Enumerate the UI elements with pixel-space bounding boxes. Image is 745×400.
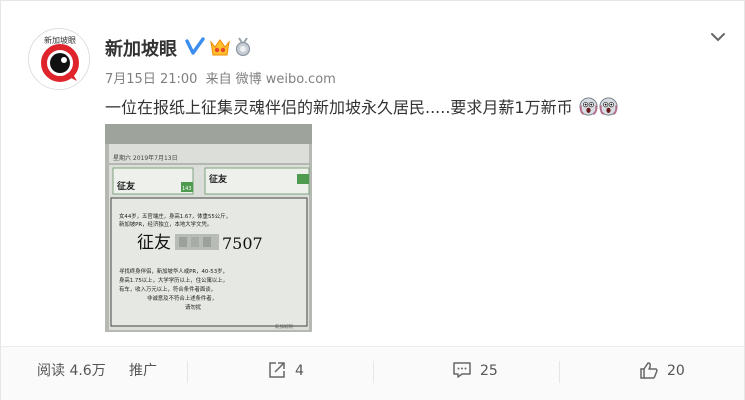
comment-button[interactable]: 25	[452, 347, 498, 400]
member-crown-icon[interactable]	[208, 36, 232, 58]
ad-big-label: 征友	[137, 233, 171, 253]
ad-line-2: 新加坡PR，经济独立，本地大学文凭。	[119, 220, 212, 228]
shocked-face-emoji-icon	[599, 97, 618, 116]
forward-icon	[269, 362, 285, 378]
avatar-logo-icon: 新加坡眼	[29, 29, 89, 89]
post-source[interactable]: 微博 weibo.com	[236, 72, 336, 87]
post-date[interactable]: 7月15日 21:00	[105, 72, 197, 87]
post-image[interactable]: 星期六 2019年7月13日 征友 143 征友 女44岁，五官端庄，身高1.6…	[105, 124, 312, 332]
forward-button[interactable]: 4	[267, 347, 304, 400]
divider	[373, 361, 374, 383]
newspaper-date: 星期六 2019年7月13日	[113, 154, 178, 162]
ad-line-7: 请勿扰	[185, 303, 202, 311]
post-text: 一位在报纸上征集灵魂伴侣的新加坡永久居民.....要求月薪1万新币	[105, 94, 618, 118]
image-watermark: 新加坡眼	[275, 323, 293, 330]
newspaper-header-1: 征友	[117, 180, 135, 192]
ad-line-4: 身高1.75以上，大学学历以上，住公寓以上，	[119, 276, 228, 284]
divider	[559, 361, 560, 383]
read-count: 阅读 4.6万	[37, 363, 106, 379]
ad-line-6: 非诚意及不符合上述条件者，	[147, 294, 217, 302]
forward-count: 4	[295, 363, 304, 379]
comment-icon	[453, 362, 471, 378]
newspaper-header-2: 征友	[209, 173, 227, 185]
comment-count: 25	[480, 363, 498, 379]
newspaper-box-num-1: 143	[182, 186, 192, 192]
ad-line-1: 女44岁，五官端庄，身高1.67，体重55公斤，	[119, 212, 231, 220]
author-avatar[interactable]: 新加坡眼	[28, 28, 90, 90]
post-text-body: 一位在报纸上征集灵魂伴侣的新加坡永久居民.....要求月薪1万新币	[105, 98, 573, 117]
ad-big-number: 7507	[222, 234, 263, 253]
divider	[187, 361, 188, 383]
thumbs-up-icon	[640, 362, 658, 379]
like-count: 20	[667, 363, 685, 379]
newspaper-clipping-image: 星期六 2019年7月13日 征友 143 征友 女44岁，五官端庄，身高1.6…	[105, 124, 312, 332]
medal-icon[interactable]	[234, 37, 252, 57]
ad-line-3: 寻找终身伴侣，新加坡华人或PR，40-53岁，	[119, 267, 228, 275]
promote-button[interactable]: 推广	[129, 347, 157, 400]
author-name[interactable]: 新加坡眼	[105, 35, 177, 61]
shocked-face-emoji-icon	[579, 97, 598, 116]
post-meta: 7月15日 21:00 来自 微博 weibo.com	[105, 68, 340, 87]
like-button[interactable]: 20	[639, 347, 685, 400]
from-label: 来自	[205, 72, 232, 87]
chevron-down-icon[interactable]	[708, 27, 728, 47]
verified-icon	[185, 37, 205, 55]
weibo-post-card: 新加坡眼 新加坡眼 7月15日 21:00 来自 微博 weibo.com 一位在…	[0, 0, 745, 400]
ad-line-5: 有车，收入万元以上，符合条件者面谈，	[119, 285, 216, 293]
action-bar: 阅读 4.6万 推广 4 25 20	[1, 346, 744, 400]
svg-text:新加坡眼: 新加坡眼	[44, 35, 76, 45]
